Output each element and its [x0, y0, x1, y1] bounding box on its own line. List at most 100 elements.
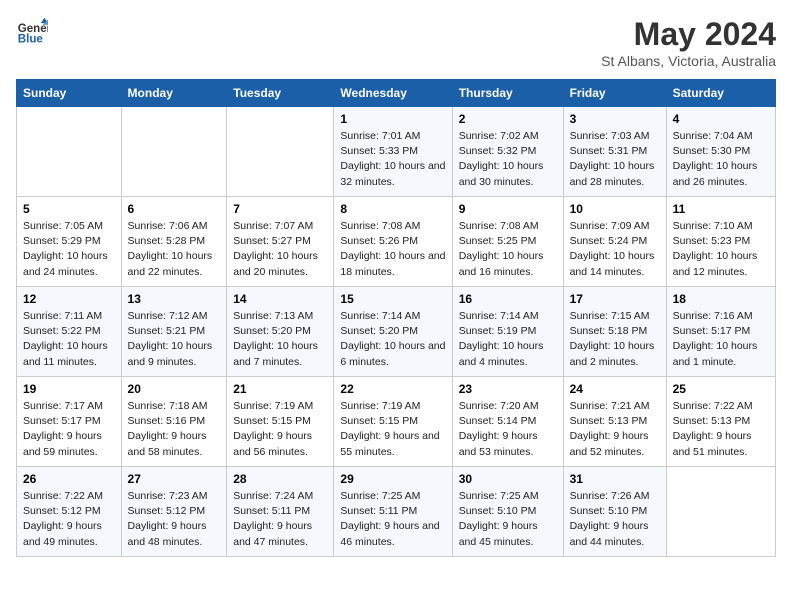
day-cell: 8 Sunrise: 7:08 AMSunset: 5:26 PMDayligh… [334, 197, 452, 287]
day-info: Sunrise: 7:22 AMSunset: 5:12 PMDaylight:… [23, 489, 115, 550]
day-cell: 31 Sunrise: 7:26 AMSunset: 5:10 PMDaylig… [563, 467, 666, 557]
day-cell: 9 Sunrise: 7:08 AMSunset: 5:25 PMDayligh… [452, 197, 563, 287]
day-cell: 29 Sunrise: 7:25 AMSunset: 5:11 PMDaylig… [334, 467, 452, 557]
day-cell: 21 Sunrise: 7:19 AMSunset: 5:15 PMDaylig… [227, 377, 334, 467]
day-number: 25 [673, 382, 769, 396]
day-cell: 14 Sunrise: 7:13 AMSunset: 5:20 PMDaylig… [227, 287, 334, 377]
svg-text:Blue: Blue [18, 34, 44, 46]
day-cell [227, 107, 334, 197]
week-row-1: 1 Sunrise: 7:01 AMSunset: 5:33 PMDayligh… [17, 107, 776, 197]
day-info: Sunrise: 7:02 AMSunset: 5:32 PMDaylight:… [459, 129, 557, 190]
day-number: 1 [340, 112, 445, 126]
day-cell: 28 Sunrise: 7:24 AMSunset: 5:11 PMDaylig… [227, 467, 334, 557]
day-header-wednesday: Wednesday [334, 80, 452, 107]
day-number: 27 [128, 472, 221, 486]
day-info: Sunrise: 7:21 AMSunset: 5:13 PMDaylight:… [570, 399, 660, 460]
day-cell: 20 Sunrise: 7:18 AMSunset: 5:16 PMDaylig… [121, 377, 227, 467]
day-info: Sunrise: 7:08 AMSunset: 5:26 PMDaylight:… [340, 219, 445, 280]
day-number: 24 [570, 382, 660, 396]
day-number: 8 [340, 202, 445, 216]
month-year-title: May 2024 [601, 16, 776, 53]
day-cell: 12 Sunrise: 7:11 AMSunset: 5:22 PMDaylig… [17, 287, 122, 377]
day-number: 16 [459, 292, 557, 306]
day-cell: 5 Sunrise: 7:05 AMSunset: 5:29 PMDayligh… [17, 197, 122, 287]
day-header-friday: Friday [563, 80, 666, 107]
week-row-5: 26 Sunrise: 7:22 AMSunset: 5:12 PMDaylig… [17, 467, 776, 557]
day-header-saturday: Saturday [666, 80, 775, 107]
day-cell [17, 107, 122, 197]
day-number: 10 [570, 202, 660, 216]
day-info: Sunrise: 7:22 AMSunset: 5:13 PMDaylight:… [673, 399, 769, 460]
day-number: 17 [570, 292, 660, 306]
day-header-monday: Monday [121, 80, 227, 107]
day-number: 23 [459, 382, 557, 396]
day-cell: 2 Sunrise: 7:02 AMSunset: 5:32 PMDayligh… [452, 107, 563, 197]
title-block: May 2024 St Albans, Victoria, Australia [601, 16, 776, 69]
day-number: 12 [23, 292, 115, 306]
day-cell: 3 Sunrise: 7:03 AMSunset: 5:31 PMDayligh… [563, 107, 666, 197]
day-info: Sunrise: 7:25 AMSunset: 5:11 PMDaylight:… [340, 489, 445, 550]
day-number: 7 [233, 202, 327, 216]
day-number: 9 [459, 202, 557, 216]
header-row: SundayMondayTuesdayWednesdayThursdayFrid… [17, 80, 776, 107]
day-number: 31 [570, 472, 660, 486]
day-cell: 11 Sunrise: 7:10 AMSunset: 5:23 PMDaylig… [666, 197, 775, 287]
day-number: 18 [673, 292, 769, 306]
day-number: 19 [23, 382, 115, 396]
day-number: 11 [673, 202, 769, 216]
day-info: Sunrise: 7:14 AMSunset: 5:20 PMDaylight:… [340, 309, 445, 370]
week-row-3: 12 Sunrise: 7:11 AMSunset: 5:22 PMDaylig… [17, 287, 776, 377]
day-cell: 15 Sunrise: 7:14 AMSunset: 5:20 PMDaylig… [334, 287, 452, 377]
day-info: Sunrise: 7:08 AMSunset: 5:25 PMDaylight:… [459, 219, 557, 280]
day-info: Sunrise: 7:04 AMSunset: 5:30 PMDaylight:… [673, 129, 769, 190]
day-cell: 27 Sunrise: 7:23 AMSunset: 5:12 PMDaylig… [121, 467, 227, 557]
day-info: Sunrise: 7:16 AMSunset: 5:17 PMDaylight:… [673, 309, 769, 370]
day-cell: 17 Sunrise: 7:15 AMSunset: 5:18 PMDaylig… [563, 287, 666, 377]
day-info: Sunrise: 7:23 AMSunset: 5:12 PMDaylight:… [128, 489, 221, 550]
day-header-sunday: Sunday [17, 80, 122, 107]
day-info: Sunrise: 7:03 AMSunset: 5:31 PMDaylight:… [570, 129, 660, 190]
day-cell: 26 Sunrise: 7:22 AMSunset: 5:12 PMDaylig… [17, 467, 122, 557]
day-info: Sunrise: 7:07 AMSunset: 5:27 PMDaylight:… [233, 219, 327, 280]
day-header-thursday: Thursday [452, 80, 563, 107]
day-cell: 23 Sunrise: 7:20 AMSunset: 5:14 PMDaylig… [452, 377, 563, 467]
day-info: Sunrise: 7:25 AMSunset: 5:10 PMDaylight:… [459, 489, 557, 550]
day-info: Sunrise: 7:14 AMSunset: 5:19 PMDaylight:… [459, 309, 557, 370]
day-info: Sunrise: 7:24 AMSunset: 5:11 PMDaylight:… [233, 489, 327, 550]
day-number: 13 [128, 292, 221, 306]
day-cell [121, 107, 227, 197]
day-info: Sunrise: 7:19 AMSunset: 5:15 PMDaylight:… [233, 399, 327, 460]
day-number: 20 [128, 382, 221, 396]
day-cell: 24 Sunrise: 7:21 AMSunset: 5:13 PMDaylig… [563, 377, 666, 467]
day-cell: 16 Sunrise: 7:14 AMSunset: 5:19 PMDaylig… [452, 287, 563, 377]
day-info: Sunrise: 7:12 AMSunset: 5:21 PMDaylight:… [128, 309, 221, 370]
day-cell: 19 Sunrise: 7:17 AMSunset: 5:17 PMDaylig… [17, 377, 122, 467]
week-row-2: 5 Sunrise: 7:05 AMSunset: 5:29 PMDayligh… [17, 197, 776, 287]
day-number: 15 [340, 292, 445, 306]
day-number: 4 [673, 112, 769, 126]
day-number: 26 [23, 472, 115, 486]
day-cell: 1 Sunrise: 7:01 AMSunset: 5:33 PMDayligh… [334, 107, 452, 197]
day-info: Sunrise: 7:26 AMSunset: 5:10 PMDaylight:… [570, 489, 660, 550]
day-cell: 30 Sunrise: 7:25 AMSunset: 5:10 PMDaylig… [452, 467, 563, 557]
day-number: 29 [340, 472, 445, 486]
day-number: 28 [233, 472, 327, 486]
day-info: Sunrise: 7:15 AMSunset: 5:18 PMDaylight:… [570, 309, 660, 370]
day-cell: 7 Sunrise: 7:07 AMSunset: 5:27 PMDayligh… [227, 197, 334, 287]
day-info: Sunrise: 7:11 AMSunset: 5:22 PMDaylight:… [23, 309, 115, 370]
day-info: Sunrise: 7:01 AMSunset: 5:33 PMDaylight:… [340, 129, 445, 190]
calendar-table: SundayMondayTuesdayWednesdayThursdayFrid… [16, 79, 776, 557]
day-number: 2 [459, 112, 557, 126]
page-header: General Blue May 2024 St Albans, Victori… [16, 16, 776, 69]
week-row-4: 19 Sunrise: 7:17 AMSunset: 5:17 PMDaylig… [17, 377, 776, 467]
calendar-header: SundayMondayTuesdayWednesdayThursdayFrid… [17, 80, 776, 107]
day-number: 6 [128, 202, 221, 216]
day-number: 5 [23, 202, 115, 216]
day-info: Sunrise: 7:20 AMSunset: 5:14 PMDaylight:… [459, 399, 557, 460]
day-info: Sunrise: 7:09 AMSunset: 5:24 PMDaylight:… [570, 219, 660, 280]
day-cell: 6 Sunrise: 7:06 AMSunset: 5:28 PMDayligh… [121, 197, 227, 287]
calendar-body: 1 Sunrise: 7:01 AMSunset: 5:33 PMDayligh… [17, 107, 776, 557]
day-number: 22 [340, 382, 445, 396]
day-cell: 25 Sunrise: 7:22 AMSunset: 5:13 PMDaylig… [666, 377, 775, 467]
day-header-tuesday: Tuesday [227, 80, 334, 107]
